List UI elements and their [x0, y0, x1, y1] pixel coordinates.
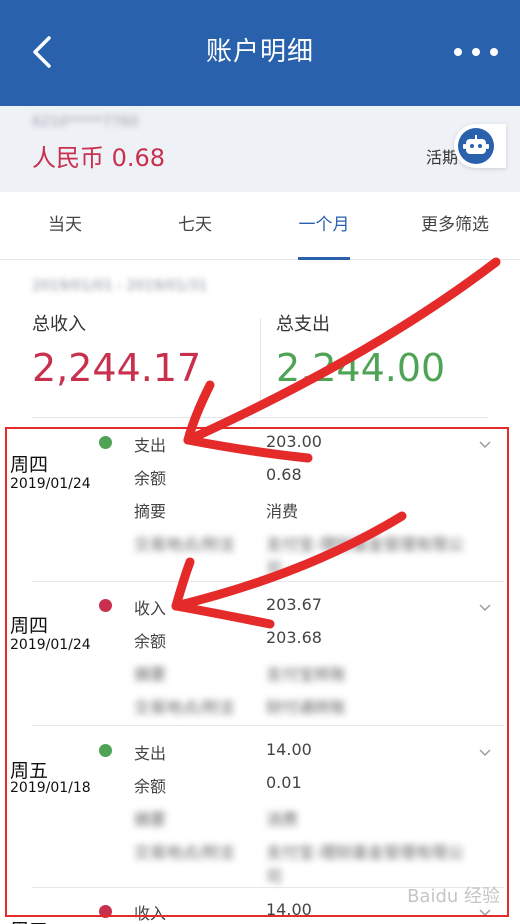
- balance-value: 0.68: [266, 465, 302, 484]
- counterparty-value: 支付宝-理财基金管理有限公司: [266, 843, 464, 886]
- account-card: 6210*****7760 人民币 0.68 活期: [0, 106, 520, 192]
- transaction-date: 2019/01/24: [10, 637, 91, 653]
- memo-label: 摘要: [134, 502, 167, 521]
- memo-label: 摘要: [134, 665, 167, 684]
- transaction-amount: 14.00: [266, 740, 312, 759]
- transaction-amount: 203.00: [266, 432, 322, 451]
- transaction-date: 2019/01/18: [10, 780, 91, 796]
- tab-seven-days[interactable]: 七天: [140, 192, 250, 260]
- balance-label: 余额: [134, 469, 167, 488]
- expense-dot-icon: [99, 744, 112, 757]
- period-tabs: 当天 七天 一个月 更多筛选: [0, 192, 520, 260]
- transaction-kind: 收入: [134, 904, 167, 923]
- robot-icon: [458, 128, 494, 164]
- counterparty-label: 交易地点/附言: [134, 698, 236, 717]
- balance-label: 余额: [134, 777, 167, 796]
- nav-bar: 账户明细: [0, 0, 520, 106]
- balance-value: 203.68: [266, 628, 322, 647]
- transaction-weekday: 周四: [10, 454, 49, 476]
- expense-total: 2,244.00: [276, 346, 446, 390]
- assistant-robot-button[interactable]: [454, 124, 506, 168]
- income-dot-icon: [99, 599, 112, 612]
- tab-more-filters[interactable]: 更多筛选: [400, 192, 510, 260]
- transaction-kind: 支出: [134, 744, 167, 763]
- memo-value: 消费: [266, 810, 299, 829]
- account-balance: 人民币 0.68: [32, 144, 166, 172]
- summary-section: 总收入 2,244.17 总支出 2,244.00: [0, 310, 520, 410]
- tab-today[interactable]: 当天: [10, 192, 120, 260]
- more-button[interactable]: [454, 36, 498, 68]
- chevron-down-icon[interactable]: [478, 746, 492, 760]
- transaction-weekday: 周五: [10, 760, 49, 782]
- chevron-down-icon[interactable]: [478, 438, 492, 452]
- counterparty-label: 交易地点/附言: [134, 843, 236, 862]
- row-divider: [32, 725, 504, 726]
- memo-label: 摘要: [134, 810, 167, 829]
- transaction-weekday: 周五: [10, 916, 48, 924]
- transaction-kind: 支出: [134, 436, 167, 455]
- watermark: Baidu 经验: [407, 886, 500, 907]
- balance-value: 0.01: [266, 773, 302, 792]
- more-dots-icon: [454, 48, 462, 56]
- memo-value: 消费: [266, 502, 299, 521]
- transaction-item[interactable]: 周五 2019/01/18 支出 14.00 余额 0.01 摘要 消费 交易地…: [0, 738, 520, 888]
- transaction-item[interactable]: 周四 2019/01/24 支出 203.00 余额 0.68 摘要 消费 交易…: [0, 430, 520, 580]
- row-divider: [32, 581, 504, 582]
- chevron-down-icon[interactable]: [478, 601, 492, 615]
- transaction-amount: 203.67: [266, 595, 322, 614]
- income-total: 2,244.17: [32, 346, 202, 390]
- transaction-amount: 14.00: [266, 900, 312, 919]
- transaction-item[interactable]: 周四 2019/01/24 收入 203.67 余额 203.68 摘要 支付宝…: [0, 593, 520, 725]
- expense-label: 总支出: [276, 314, 330, 335]
- counterparty-value: 支付宝-理财基金管理有限公司: [266, 535, 464, 578]
- summary-separator: [32, 417, 488, 418]
- transaction-kind: 收入: [134, 599, 167, 618]
- date-range: 2019/01/01 - 2019/01/31: [32, 278, 208, 294]
- memo-value: 支付宝转账: [266, 665, 347, 684]
- counterparty-label: 交易地点/附言: [134, 535, 236, 554]
- transaction-weekday: 周四: [10, 615, 49, 637]
- summary-divider: [260, 318, 261, 402]
- counterparty-value: 财付通转账: [266, 698, 347, 717]
- income-dot-icon: [99, 905, 112, 918]
- chevron-down-icon[interactable]: [478, 906, 492, 920]
- balance-label: 余额: [134, 632, 167, 651]
- account-number: 6210*****7760: [32, 114, 139, 130]
- expense-dot-icon: [99, 436, 112, 449]
- transaction-date: 2019/01/24: [10, 476, 91, 492]
- page-title: 账户明细: [205, 37, 314, 67]
- income-label: 总收入: [32, 314, 86, 335]
- tab-one-month[interactable]: 一个月: [296, 192, 352, 260]
